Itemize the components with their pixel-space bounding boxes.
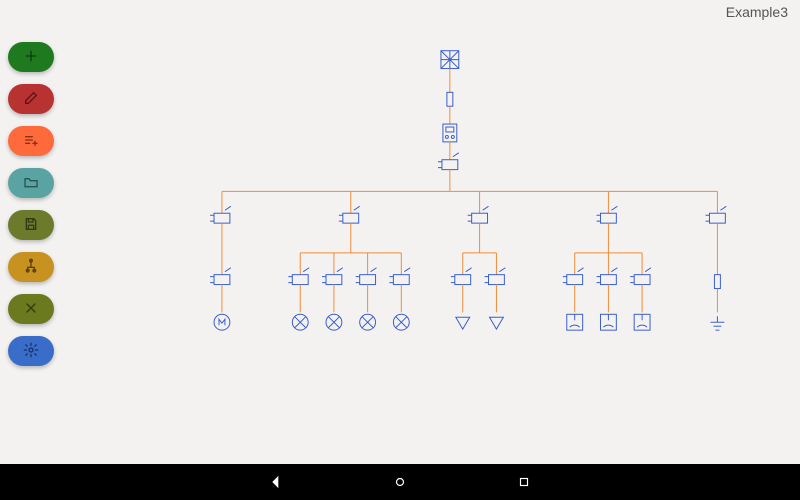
edit-icon: [23, 90, 39, 109]
nav-back-button[interactable]: [269, 475, 283, 489]
breaker-symbol[interactable]: [210, 268, 231, 285]
breaker-symbol[interactable]: [706, 206, 727, 223]
meter-symbol[interactable]: [443, 124, 457, 142]
breaker-symbol[interactable]: [288, 268, 309, 285]
fuse-symbol[interactable]: [714, 275, 720, 289]
save-icon: [23, 216, 39, 235]
breaker-symbol[interactable]: [630, 268, 651, 285]
breaker-symbol[interactable]: [563, 268, 584, 285]
hierarchy-icon: [23, 258, 39, 277]
socket-symbol[interactable]: [567, 314, 583, 330]
list-add-button[interactable]: [8, 126, 54, 156]
tools-button[interactable]: [8, 294, 54, 324]
nav-overview-button[interactable]: [517, 475, 531, 489]
source-symbol[interactable]: [441, 51, 459, 69]
arrow-symbol[interactable]: [456, 317, 470, 329]
diagram-canvas[interactable]: [70, 20, 800, 456]
breaker-symbol[interactable]: [438, 153, 459, 170]
breaker-symbol[interactable]: [597, 206, 618, 223]
socket-symbol[interactable]: [600, 314, 616, 330]
arrow-symbol[interactable]: [490, 317, 504, 329]
breaker-symbol[interactable]: [322, 268, 343, 285]
edit-button[interactable]: [8, 84, 54, 114]
add-button[interactable]: [8, 42, 54, 72]
breaker-symbol[interactable]: [339, 206, 360, 223]
gear-icon: [23, 342, 39, 361]
socket-symbol[interactable]: [634, 314, 650, 330]
breaker-symbol[interactable]: [451, 268, 472, 285]
page-title: Example3: [726, 4, 788, 20]
plus-icon: [23, 48, 39, 67]
tools-icon: [23, 300, 39, 319]
breaker-symbol[interactable]: [468, 206, 489, 223]
save-button[interactable]: [8, 210, 54, 240]
fuse-symbol[interactable]: [447, 92, 453, 106]
lamp-symbol[interactable]: [393, 314, 409, 330]
folder-icon: [23, 174, 39, 193]
nav-home-button[interactable]: [393, 475, 407, 489]
lamp-symbol[interactable]: [292, 314, 308, 330]
breaker-symbol[interactable]: [389, 268, 410, 285]
breaker-symbol[interactable]: [356, 268, 377, 285]
hierarchy-button[interactable]: [8, 252, 54, 282]
settings-button[interactable]: [8, 336, 54, 366]
lamp-symbol[interactable]: [360, 314, 376, 330]
open-button[interactable]: [8, 168, 54, 198]
list-add-icon: [23, 132, 39, 151]
breaker-symbol[interactable]: [485, 268, 506, 285]
lamp-symbol[interactable]: [326, 314, 342, 330]
ground-symbol[interactable]: [710, 316, 724, 330]
breaker-symbol[interactable]: [210, 206, 231, 223]
breaker-symbol[interactable]: [597, 268, 618, 285]
motor-symbol[interactable]: [214, 314, 230, 330]
toolbar: [8, 42, 54, 366]
android-nav-bar: [0, 464, 800, 500]
